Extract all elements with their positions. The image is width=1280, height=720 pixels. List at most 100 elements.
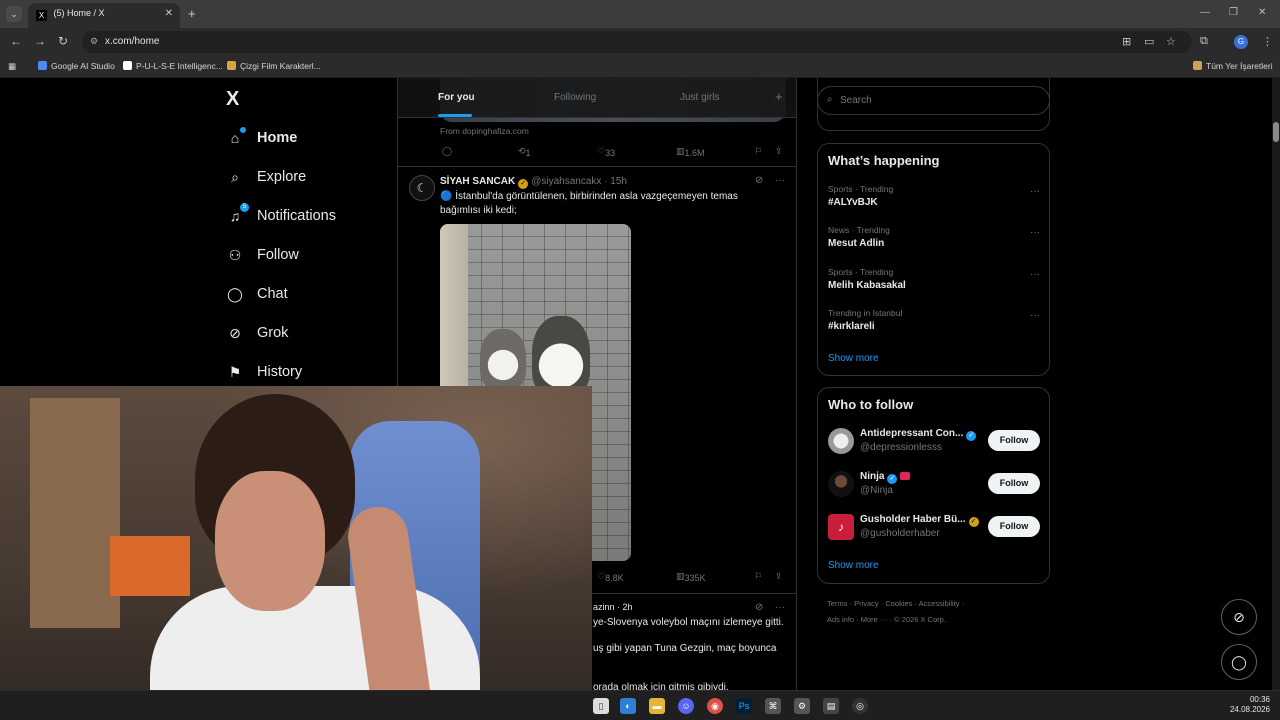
star-icon[interactable]: ☆ xyxy=(1166,35,1176,48)
forward-icon[interactable]: → xyxy=(34,34,46,48)
photoshop-icon[interactable]: Ps xyxy=(736,698,752,714)
bookmark-pulse[interactable]: P-U-L-S-E Intelligenc... xyxy=(123,61,223,71)
scrollbar[interactable] xyxy=(1272,78,1280,690)
avatar[interactable] xyxy=(828,428,854,454)
follow-button[interactable]: Follow xyxy=(988,473,1040,494)
cast-icon[interactable]: ▭ xyxy=(1144,35,1154,48)
x-logo[interactable]: X xyxy=(226,88,239,111)
app-icon[interactable]: ▤ xyxy=(823,698,839,714)
follow-suggestion[interactable]: Antidepressant Con... ✓ @depressionlesss … xyxy=(828,427,1040,457)
bookmark-icon[interactable]: ⚐ xyxy=(754,146,762,157)
minimize-icon[interactable]: — xyxy=(1200,7,1210,18)
sidebar-item-home[interactable]: ⌂ Home xyxy=(226,125,297,151)
like-button[interactable]: ♡ 33 xyxy=(597,146,615,158)
site-info-icon[interactable]: ⚙ xyxy=(90,36,98,47)
tab-just-girls[interactable]: Just girls xyxy=(680,92,719,103)
trend-item[interactable]: Trending in Istanbul #kırklareli ··· xyxy=(828,308,1040,332)
sidebar-item-explore[interactable]: ⌕ Explore xyxy=(226,164,306,190)
reload-icon[interactable]: ↻ xyxy=(58,34,68,48)
messages-fab-icon[interactable]: ◯ xyxy=(1221,644,1257,680)
extensions-icon[interactable]: ⧉ xyxy=(1200,35,1208,48)
address-bar[interactable]: ⚙ x.com/home xyxy=(82,31,1192,53)
tab-close-icon[interactable]: ✕ xyxy=(165,8,173,19)
avatar[interactable] xyxy=(828,471,854,497)
file-icon[interactable]: ▯ xyxy=(593,698,609,714)
apps-icon[interactable]: ▦ xyxy=(8,61,16,72)
bookmarks-bar: ▦ Google AI Studio P-U-L-S-E Intelligenc… xyxy=(0,56,1280,78)
home-icon: ⌂ xyxy=(226,127,246,147)
search-icon: ⌕ xyxy=(827,94,833,105)
grok-fab-icon[interactable]: ⊘ xyxy=(1221,599,1257,635)
close-window-icon[interactable]: ✕ xyxy=(1258,7,1266,18)
back-icon[interactable]: ← xyxy=(10,34,22,48)
grok-post-icon[interactable]: ⊘ xyxy=(755,602,763,613)
follow-button[interactable]: Follow xyxy=(988,430,1040,451)
views-count[interactable]: ▥ 335K xyxy=(676,571,706,583)
share-icon[interactable]: ⇪ xyxy=(775,571,783,582)
trend-item[interactable]: Sports · Trending Melih Kabasakal ··· xyxy=(828,267,1040,291)
post-author[interactable]: SİYAH SANCAK ✓ @siyahsancakx · 15h xyxy=(440,176,627,189)
network-icon[interactable]: ⌘ xyxy=(765,698,781,714)
post1-source[interactable]: From dopinghafiza.com xyxy=(440,126,529,136)
bell-icon: ♫ 5 xyxy=(226,203,249,225)
more-icon[interactable]: ··· xyxy=(1030,227,1040,238)
all-bookmarks[interactable]: Tüm Yer İşaretleri xyxy=(1193,61,1273,71)
retweet-button[interactable]: ⟲ 1 xyxy=(518,146,531,158)
grok-post-icon[interactable]: ⊘ xyxy=(755,175,763,186)
views-count[interactable]: ▥ 1.6M xyxy=(676,146,705,158)
tab-following[interactable]: Following xyxy=(554,92,596,103)
follow-suggestion[interactable]: ♪ Gusholder Haber Bü... ✓ @gusholderhaber… xyxy=(828,513,1040,543)
footer-copyright[interactable]: Ads info · More ··· · © 2026 X Corp. xyxy=(827,615,946,624)
like-button[interactable]: ♡ 8.8K xyxy=(597,571,624,583)
obs-icon[interactable]: ◎ xyxy=(852,698,868,714)
post-handle: @siyahsancakx xyxy=(531,176,602,187)
sidebar-item-follow[interactable]: ⚇ Follow xyxy=(226,242,299,268)
post-text-line3: orada olmak için gitmiş gibiydi. xyxy=(593,682,729,690)
search-input[interactable]: Search xyxy=(840,95,872,106)
show-more-follow[interactable]: Show more xyxy=(828,560,879,571)
more-icon[interactable]: ··· xyxy=(775,602,785,613)
post1-actions: ◯ ⟲ 1 ♡ 33 ▥ 1.6M ⚐ ⇪ xyxy=(440,144,786,160)
discord-icon[interactable]: ☺ xyxy=(678,698,694,714)
new-tab-button[interactable]: + xyxy=(188,6,196,21)
more-icon[interactable]: ··· xyxy=(775,175,785,186)
translate-icon[interactable]: ⊞ xyxy=(1122,35,1131,48)
browser-tab-active[interactable]: X (5) Home / X ✕ xyxy=(28,3,180,28)
copilot-icon[interactable]: ◐ xyxy=(620,698,636,714)
more-icon[interactable]: ··· xyxy=(1030,186,1040,197)
sidebar-item-notifications[interactable]: ♫ 5 Notifications xyxy=(226,203,336,229)
menu-icon[interactable]: ⋮ xyxy=(1262,35,1273,48)
bookmark-google-ai-studio[interactable]: Google AI Studio xyxy=(38,61,115,71)
show-more-trends[interactable]: Show more xyxy=(828,353,879,364)
sidebar-item-history[interactable]: ⚑ History xyxy=(226,359,302,385)
more-icon[interactable]: ··· xyxy=(1030,310,1040,321)
system-clock[interactable]: 00:36 24.08.2026 xyxy=(1226,695,1270,715)
footer-links[interactable]: Terms · Privacy · Cookies · Accessibilit… xyxy=(827,599,964,608)
sidebar-item-grok[interactable]: ⊘ Grok xyxy=(226,320,288,346)
folder-icon[interactable]: ▬ xyxy=(649,698,665,714)
bookmark-icon[interactable]: ⚐ xyxy=(754,571,762,582)
tab-search-icon[interactable]: ⌄ xyxy=(6,6,22,22)
follow-suggestion[interactable]: Ninja ✓ @Ninja Follow xyxy=(828,470,1040,500)
search-box[interactable]: ⌕ Search xyxy=(817,86,1050,115)
more-icon[interactable]: ··· xyxy=(1030,269,1040,280)
avatar[interactable]: ☾ xyxy=(409,175,435,201)
settings-icon[interactable]: ⚙ xyxy=(794,698,810,714)
trend-item[interactable]: Sports · Trending #ALYvBJK ··· xyxy=(828,184,1040,208)
profile-avatar[interactable]: G xyxy=(1234,35,1248,49)
person-plus-icon: ⚇ xyxy=(228,246,242,263)
trend-item[interactable]: News · Trending Mesut Adlin ··· xyxy=(828,225,1040,249)
follow-button[interactable]: Follow xyxy=(988,516,1040,537)
bell-avatar-icon[interactable]: ♪ xyxy=(828,514,854,540)
bookmark-cizgi-film[interactable]: Çizgi Film Karakterl... xyxy=(227,61,321,71)
add-tab-icon[interactable]: + xyxy=(775,89,783,104)
affiliate-badge-icon xyxy=(900,472,911,480)
sidebar-item-chat[interactable]: ◯ Chat xyxy=(226,281,287,307)
chrome-icon[interactable]: ◉ xyxy=(707,698,723,714)
tab-for-you[interactable]: For you xyxy=(438,92,475,103)
verified-gold-icon: ✓ xyxy=(518,179,529,189)
share-icon[interactable]: ⇪ xyxy=(775,146,783,157)
search-icon: ⌕ xyxy=(231,168,239,185)
reply-icon[interactable]: ◯ xyxy=(442,146,452,157)
restore-icon[interactable]: ❐ xyxy=(1229,7,1238,18)
